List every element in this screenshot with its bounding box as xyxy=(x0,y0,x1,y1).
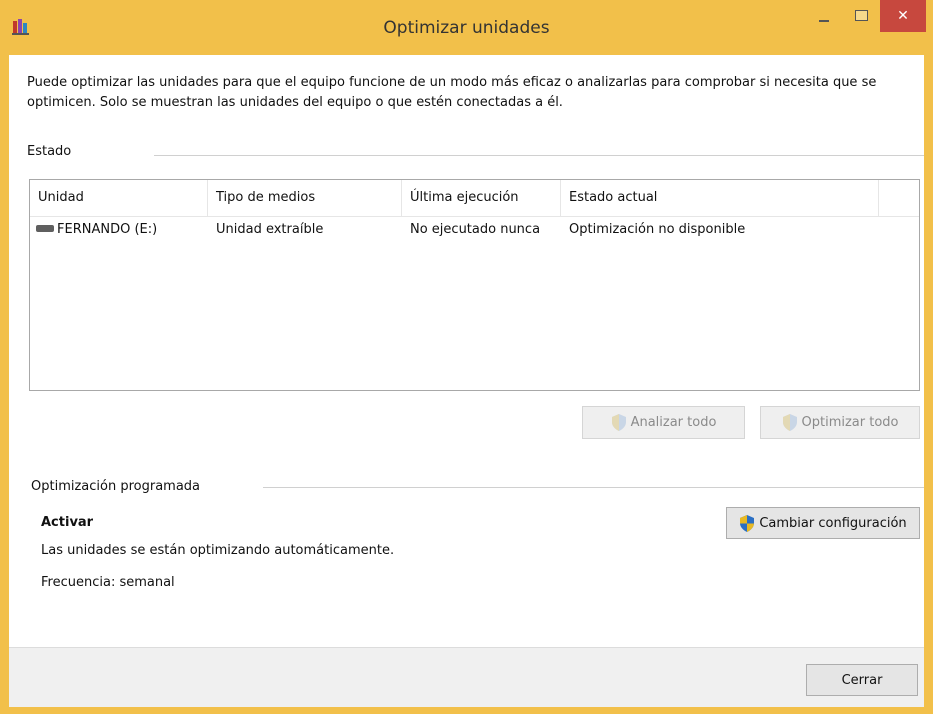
column-header-ultima-ejecucion[interactable]: Última ejecución xyxy=(402,180,561,216)
close-window-button[interactable]: ✕ xyxy=(880,0,926,32)
removable-drive-icon xyxy=(36,225,54,232)
title-bar[interactable]: Optimizar unidades ✕ xyxy=(0,0,933,55)
change-settings-label: Cambiar configuración xyxy=(759,515,907,531)
analyze-all-button[interactable]: Analizar todo xyxy=(582,406,745,439)
window-title: Optimizar unidades xyxy=(383,18,550,38)
schedule-status-text: Las unidades se están optimizando automá… xyxy=(41,543,395,558)
footer-bar: Cerrar xyxy=(9,647,924,707)
schedule-state-label: Activar xyxy=(41,515,94,530)
drive-name: FERNANDO (E:) xyxy=(57,222,158,237)
uac-shield-icon xyxy=(740,514,755,532)
change-settings-button[interactable]: Cambiar configuración xyxy=(726,507,920,539)
cell-unidad: FERNANDO (E:) xyxy=(30,216,208,244)
status-separator xyxy=(154,155,924,156)
close-icon: ✕ xyxy=(897,8,909,24)
optimize-all-label: Optimizar todo xyxy=(801,415,899,430)
cell-ultima-ejecucion: No ejecutado nunca xyxy=(410,222,541,237)
schedule-frequency-text: Frecuencia: semanal xyxy=(41,575,175,590)
uac-shield-icon xyxy=(611,414,626,431)
window-client-area: Puede optimizar las unidades para que el… xyxy=(9,55,924,707)
description-text: Puede optimizar las unidades para que el… xyxy=(27,75,877,110)
close-button[interactable]: Cerrar xyxy=(806,664,918,696)
column-header-tipo-medios[interactable]: Tipo de medios xyxy=(208,180,402,216)
optimize-drives-window: Optimizar unidades ✕ Puede optimizar las… xyxy=(0,0,933,714)
minimize-button[interactable] xyxy=(806,0,842,32)
maximize-icon xyxy=(855,10,868,21)
table-row[interactable]: FERNANDO (E:) Unidad extraíble No ejecut… xyxy=(30,216,919,244)
analyze-all-label: Analizar todo xyxy=(630,415,717,430)
column-header-unidad[interactable]: Unidad xyxy=(30,180,208,216)
drives-list[interactable]: Unidad Tipo de medios Última ejecución E… xyxy=(29,179,920,391)
status-section-label: Estado xyxy=(27,144,72,159)
uac-shield-icon xyxy=(782,414,797,431)
minimize-icon xyxy=(819,20,829,22)
column-header-estado-actual[interactable]: Estado actual xyxy=(561,180,879,216)
scheduled-separator xyxy=(263,487,924,488)
cell-estado-actual: Optimización no disponible xyxy=(569,222,746,237)
optimize-all-button[interactable]: Optimizar todo xyxy=(760,406,920,439)
maximize-button[interactable] xyxy=(843,0,879,32)
drives-list-header: Unidad Tipo de medios Última ejecución E… xyxy=(30,180,919,217)
cell-tipo-medios: Unidad extraíble xyxy=(216,222,324,237)
scheduled-section-label: Optimización programada xyxy=(31,479,201,494)
